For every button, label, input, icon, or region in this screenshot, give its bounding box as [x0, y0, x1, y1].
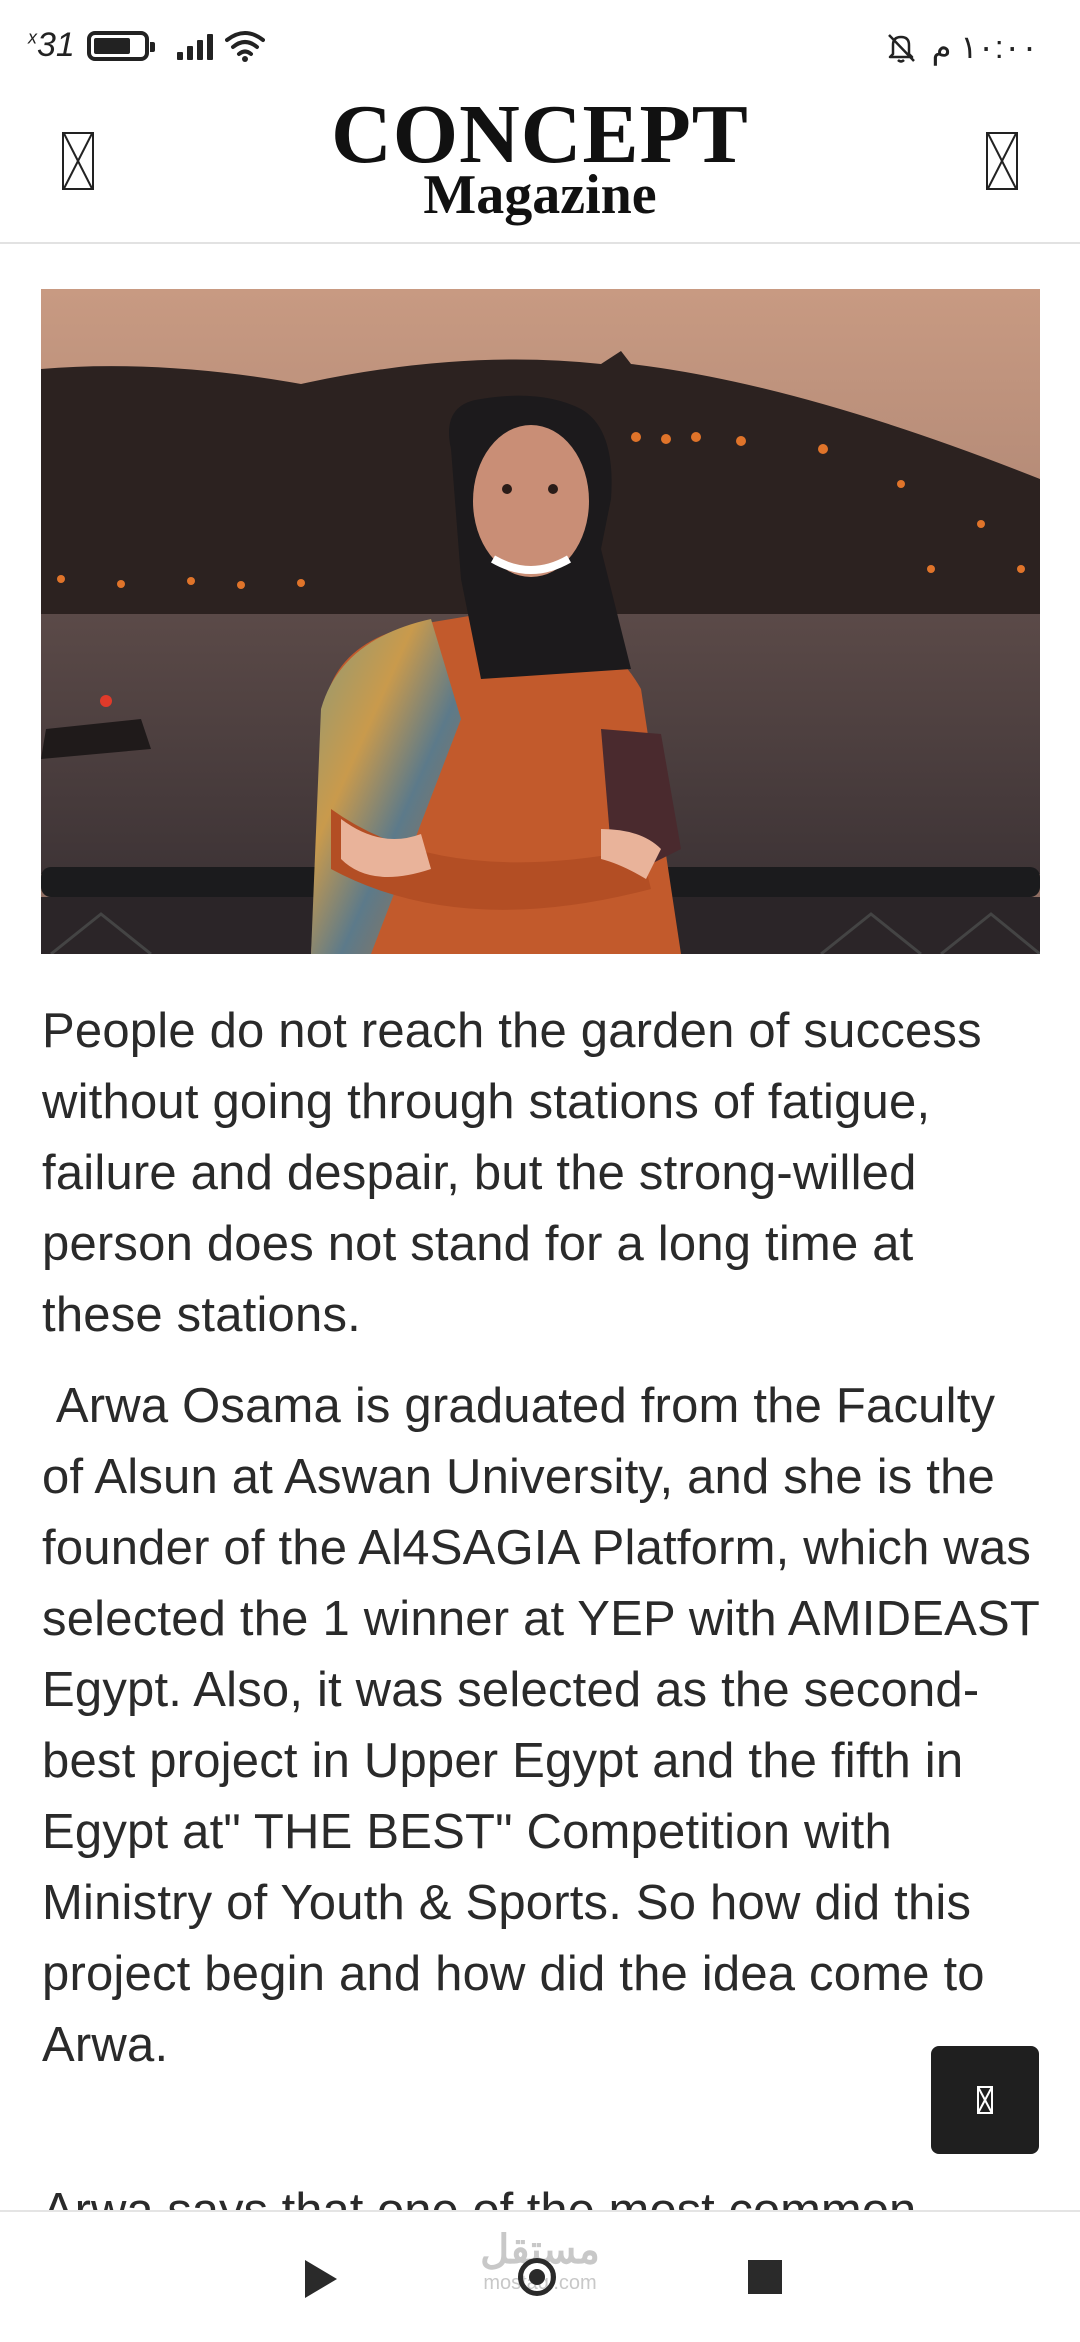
- battery-value: 31: [37, 26, 75, 64]
- clock-time: ١٠:٠٠ م: [931, 29, 1038, 65]
- article-hero-image: [41, 289, 1040, 954]
- status-bar: x31 ١٠:٠٠ م: [0, 0, 1080, 96]
- scroll-to-top-button[interactable]: [931, 2046, 1039, 2154]
- battery-mark: x: [28, 27, 37, 48]
- article-paragraph: People do not reach the garden of succes…: [42, 1004, 982, 1342]
- wifi-icon: [224, 30, 265, 62]
- battery-icon: [86, 30, 155, 61]
- article-body: People do not reach the garden of succes…: [42, 996, 1042, 2081]
- search-button[interactable]: [986, 132, 1018, 190]
- battery-percentage: x31: [28, 26, 75, 65]
- signal-icon: [176, 32, 213, 60]
- site-logo[interactable]: CONCEPT Magazine: [0, 92, 1080, 226]
- bell-off-icon: [887, 34, 915, 63]
- back-icon[interactable]: [305, 2260, 337, 2298]
- portrait-photo: [41, 289, 1040, 954]
- status-left: x31: [28, 26, 265, 65]
- app-header: CONCEPT Magazine: [0, 92, 1080, 244]
- missing-glyph-icon: [977, 2086, 993, 2114]
- status-right: ١٠:٠٠ م: [884, 28, 1038, 66]
- logo-subtitle: Magazine: [423, 164, 657, 226]
- recent-apps-icon[interactable]: [748, 2260, 782, 2294]
- home-icon[interactable]: [518, 2258, 556, 2296]
- article-paragraph: Arwa Osama is graduated from the Faculty…: [42, 1379, 1053, 2072]
- system-navigation-bar: مستقل mostaql.com: [0, 2210, 1080, 2342]
